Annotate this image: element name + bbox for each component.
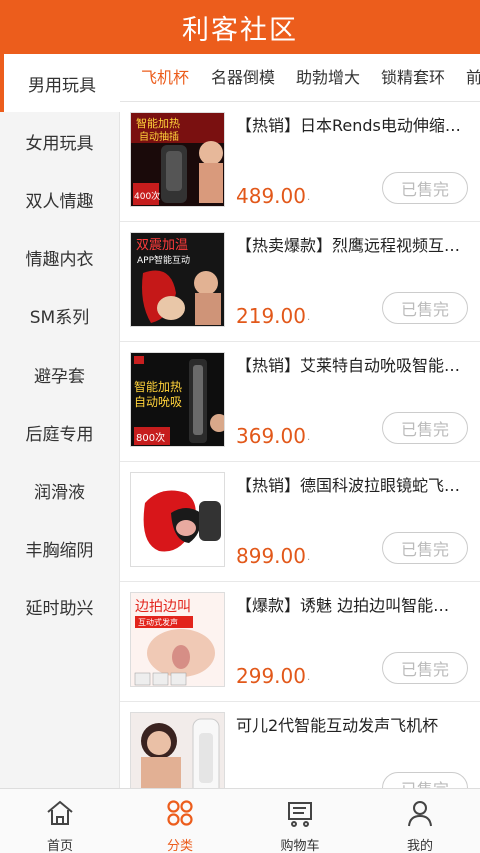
sidebar-item-male-toys[interactable]: 男用玩具	[0, 54, 120, 113]
sidebar-item-lingerie[interactable]: 情趣内衣	[0, 229, 119, 287]
sidebar-item-label: 女用玩具	[25, 133, 94, 154]
thumb-text: 自动吮吸	[134, 394, 182, 409]
sold-out-button[interactable]: 已售完	[382, 532, 468, 564]
product-thumbnail	[130, 472, 225, 567]
thumb-text: APP智能互动	[137, 254, 190, 266]
product-row[interactable]: 可儿2代智能互动发声飞机杯 已售完	[120, 702, 480, 788]
sidebar-item-lubricant[interactable]: 润滑液	[0, 461, 119, 519]
tabbar-cart[interactable]: 购物车	[240, 789, 360, 853]
sidebar-item-label: 后庭专用	[25, 424, 94, 445]
tabbar-home[interactable]: 首页	[0, 789, 120, 853]
app-title: 利客社区	[182, 14, 298, 46]
app-header: 利客社区	[0, 0, 480, 54]
product-title: 【热销】日本Rends电动伸缩旋转飞机杯	[236, 116, 461, 135]
category-icon	[164, 797, 196, 833]
price-separator: ·	[307, 315, 311, 326]
tabbar-label: 分类	[166, 839, 193, 853]
price-separator: ·	[307, 555, 311, 566]
home-icon	[44, 797, 76, 833]
cart-icon	[284, 797, 316, 833]
sold-out-button[interactable]: 已售完	[382, 292, 468, 324]
sidebar-item-label: 延时助兴	[25, 599, 94, 620]
product-title: 可儿2代智能互动发声飞机杯	[236, 716, 439, 735]
sidebar-item-enhancement[interactable]: 丰胸缩阴	[0, 520, 119, 578]
tab-rings[interactable]: 锁精套环	[381, 54, 445, 101]
thumb-text: 智能加热	[136, 116, 180, 130]
product-thumbnail: 双震加温 APP智能互动	[130, 232, 225, 327]
tabbar-category[interactable]: 分类	[120, 789, 240, 853]
sidebar-item-label: 丰胸缩阴	[25, 541, 94, 562]
product-row[interactable]: 边拍边叫 互动式发声 【爆款】诱魅 边拍边叫智能飞机杯 299.00 · 已售完	[120, 582, 480, 702]
tab-more[interactable]: 前	[466, 54, 480, 101]
product-title: 【爆款】诱魅 边拍边叫智能飞机杯	[236, 596, 461, 615]
sidebar-item-label: 男用玩具	[28, 75, 96, 96]
category-sidebar: 男用玩具 女用玩具 双人情趣 情趣内衣 SM系列 避孕套 后庭专用 润滑液 丰胸…	[0, 54, 120, 788]
price-separator: ·	[307, 435, 311, 446]
product-price: 899.00	[236, 544, 306, 568]
product-price: 299.00	[236, 664, 306, 688]
product-list: 智能加热 自动抽插 400次 【热销】日本Rends电动伸缩旋转飞机杯 489.…	[120, 102, 480, 788]
tabbar-label: 首页	[46, 839, 73, 853]
product-title: 【热销】德国科波拉眼镜蛇飞机杯	[236, 476, 461, 495]
sold-out-button[interactable]: 已售完	[382, 412, 468, 444]
subcategory-tabs: 飞机杯 名器倒模 助勃增大 锁精套环 前	[120, 54, 480, 102]
sidebar-item-delay[interactable]: 延时助兴	[0, 578, 119, 636]
price-separator: ·	[307, 675, 311, 686]
tab-enlarge[interactable]: 助勃增大	[296, 54, 360, 101]
thumb-text: 自动抽插	[139, 130, 179, 143]
sidebar-item-anal[interactable]: 后庭专用	[0, 403, 119, 461]
sidebar-item-label: 情趣内衣	[25, 250, 94, 271]
sidebar-item-sm[interactable]: SM系列	[0, 287, 119, 345]
sold-out-button[interactable]: 已售完	[382, 652, 468, 684]
product-thumbnail: 智能加热 自动吮吸 800次	[130, 352, 225, 447]
product-price: 369.00	[236, 424, 306, 448]
thumb-text: 400次	[134, 190, 160, 202]
product-thumbnail: 智能加热 自动抽插 400次	[130, 112, 225, 207]
sidebar-item-label: 避孕套	[34, 366, 85, 387]
bottom-tabbar: 首页 分类 购物车 我的	[0, 788, 480, 853]
thumb-text: 800次	[136, 431, 165, 444]
product-row[interactable]: 【热销】德国科波拉眼镜蛇飞机杯 899.00 · 已售完	[120, 462, 480, 582]
product-row[interactable]: 双震加温 APP智能互动 【热卖爆款】烈鹰远程视频互动飞机杯 219.00 · …	[120, 222, 480, 342]
thumb-text: 智能加热	[134, 379, 182, 394]
tabbar-label: 购物车	[280, 839, 320, 853]
user-icon	[404, 797, 436, 833]
product-row[interactable]: 智能加热 自动吮吸 800次 【热销】艾莱特自动吮吸智能飞机杯 369.00 ·…	[120, 342, 480, 462]
product-thumbnail	[130, 712, 225, 788]
tab-aircraft-cup[interactable]: 飞机杯	[141, 54, 189, 101]
sold-out-button[interactable]: 已售完	[382, 772, 468, 788]
sidebar-item-label: SM系列	[29, 308, 90, 329]
product-title: 【热卖爆款】烈鹰远程视频互动飞机杯	[236, 236, 461, 255]
product-thumbnail: 边拍边叫 互动式发声	[130, 592, 225, 687]
product-price: 219.00	[236, 304, 306, 328]
tab-replica[interactable]: 名器倒模	[211, 54, 275, 101]
sold-out-button[interactable]: 已售完	[382, 172, 468, 204]
sidebar-item-label: 润滑液	[34, 482, 85, 503]
tabbar-label: 我的	[406, 839, 433, 853]
product-row[interactable]: 智能加热 自动抽插 400次 【热销】日本Rends电动伸缩旋转飞机杯 489.…	[120, 102, 480, 222]
tabbar-profile[interactable]: 我的	[360, 789, 480, 853]
thumb-text: 边拍边叫	[135, 599, 191, 615]
thumb-text: 双震加温	[136, 238, 188, 253]
price-separator: ·	[307, 195, 311, 206]
product-title: 【热销】艾莱特自动吮吸智能飞机杯	[236, 356, 461, 375]
sidebar-item-condoms[interactable]: 避孕套	[0, 345, 119, 403]
sidebar-item-female-toys[interactable]: 女用玩具	[0, 112, 119, 170]
sidebar-item-couples[interactable]: 双人情趣	[0, 170, 119, 228]
sidebar-item-label: 双人情趣	[25, 191, 94, 212]
product-price: 489.00	[236, 184, 306, 208]
thumb-text: 互动式发声	[138, 617, 178, 627]
